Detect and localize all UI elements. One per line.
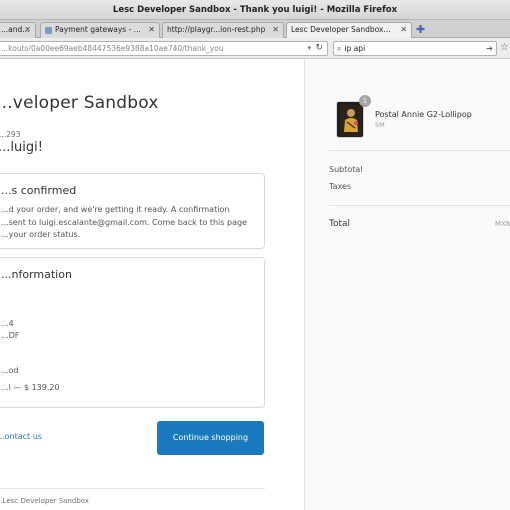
summary-divider (329, 150, 510, 151)
product-variant: SM (375, 121, 385, 129)
arrow-right-icon[interactable]: ➔ (486, 42, 493, 55)
close-icon[interactable]: ✕ (400, 23, 407, 37)
tab-label: Lesc Developer Sandbox... (291, 25, 391, 34)
new-tab-icon[interactable]: ✚ (416, 23, 425, 36)
url-bar[interactable]: ...kouts/0a00ee69aeb48447536e9388a10ae74… (0, 41, 328, 56)
subtotal-label: Subtotal (329, 165, 363, 174)
confirmed-line: ...d your order, and we're getting it re… (1, 205, 230, 214)
product-name: Postal Annie G2-Lollipop (375, 110, 472, 119)
total-label: Total (329, 219, 351, 229)
order-number: ...293 (0, 130, 21, 139)
close-icon[interactable]: ✕ (148, 23, 155, 37)
bookmark-star-icon[interactable]: ☆ (500, 42, 509, 53)
window-title: Lesc Developer Sandbox - Thank you luigi… (112, 5, 398, 15)
summary-divider (329, 205, 510, 206)
customer-information-title: ...nformation (1, 268, 72, 281)
tab-4-active[interactable]: Lesc Developer Sandbox... ✕ (286, 22, 412, 39)
close-icon[interactable]: ✕ (24, 23, 31, 37)
info-line: ...DF (1, 331, 20, 340)
product-image (337, 102, 363, 137)
info-line: ...4 (1, 319, 14, 328)
footer-divider (0, 488, 265, 489)
search-input[interactable]: ip api (344, 44, 365, 53)
search-bar[interactable]: ⌕ ip api ➔ (333, 41, 497, 56)
url-text: ...kouts/0a00ee69aeb48447536e9388a10ae74… (1, 44, 224, 53)
thank-you-heading: ...luigi! (0, 140, 43, 155)
customer-information-box: ...nformation ...4 ...DF ...od ...l — $ … (0, 257, 265, 408)
contact-us-link[interactable]: ...ontact us (0, 432, 42, 441)
tab-label: http://playgr...ion-rest.php (167, 25, 266, 34)
tab-label: Payment gateways - ... (55, 25, 141, 34)
chevron-down-icon[interactable]: ▾ (307, 42, 311, 55)
window-title-bar: Lesc Developer Sandbox - Thank you luigi… (0, 0, 510, 20)
continue-shopping-button[interactable]: Continue shopping (157, 421, 264, 455)
order-confirmed-title: ...s confirmed (1, 184, 77, 197)
payment-line: ...l — $ 139.20 (1, 383, 60, 392)
search-icon: ⌕ (337, 44, 342, 53)
reload-icon[interactable]: ↻ (315, 42, 323, 55)
quantity-badge: 1 (359, 95, 371, 107)
tab-strip: ...and... ✕ Payment gateways - ... ✕ htt… (0, 20, 510, 39)
tab-1[interactable]: ...and... ✕ (0, 22, 36, 38)
page-content: ...veloper Sandbox ...293 ...luigi! ...s… (0, 60, 510, 510)
order-summary-sidebar: 1 Postal Annie G2-Lollipop SM Subtotal T… (304, 60, 510, 510)
footer-text: ...Lesc Developer Sandbox (0, 497, 89, 505)
tab-2[interactable]: Payment gateways - ... ✕ (40, 22, 160, 38)
tab-3[interactable]: http://playgr...ion-rest.php ✕ (162, 22, 284, 38)
order-confirmed-text: ...d your order, and we're getting it re… (1, 204, 261, 242)
taxes-label: Taxes (329, 182, 352, 191)
woocommerce-icon (45, 26, 52, 34)
product-thumbnail (336, 101, 364, 138)
close-icon[interactable]: ✕ (272, 23, 279, 37)
order-confirmed-box: ...s confirmed ...d your order, and we'r… (0, 173, 265, 249)
confirmed-line: ...sent to luigi.escalante@gmail.com. Co… (1, 217, 247, 227)
info-line: ...od (1, 366, 19, 375)
currency-code: MXN (495, 220, 510, 228)
navigation-bar: ...kouts/0a00ee69aeb48447536e9388a10ae74… (0, 38, 510, 59)
confirmed-line: ...your order status. (1, 230, 81, 239)
shop-name: ...veloper Sandbox (0, 93, 159, 113)
